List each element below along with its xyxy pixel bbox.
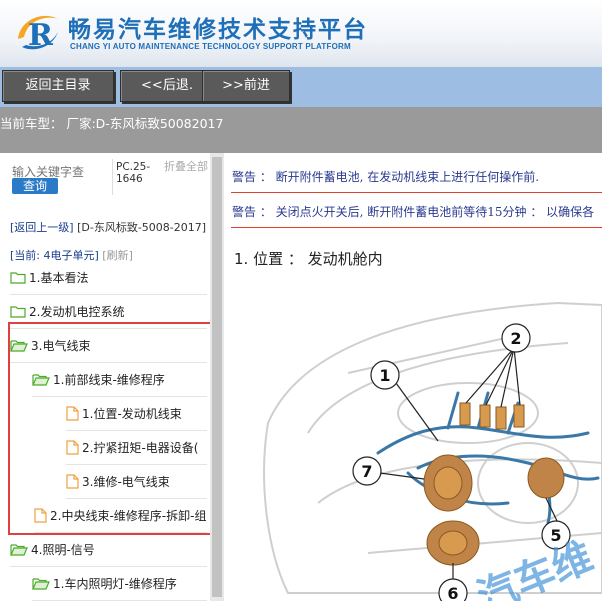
tree-document-item[interactable]: 3.维修-电气线束 <box>66 464 207 499</box>
document-content: 警告 ： 断开附件蓄电池, 在发动机线束上进行任何操作前. 警告 ： 关闭点火开… <box>228 153 602 601</box>
tree-folder-item[interactable]: 3.电气线束 <box>10 328 207 363</box>
folder-open-icon <box>10 543 31 556</box>
document-icon <box>34 507 50 523</box>
tree-item-label: 1.位置-发动机线束 <box>82 406 182 421</box>
tree-item-label: 1.前部线束-维修程序 <box>53 372 165 387</box>
tree-folder-item[interactable]: 1.基本看法 <box>10 260 207 295</box>
tree-item-label: 2.发动机电控系统 <box>29 304 125 319</box>
back-button[interactable]: <<后退. <box>120 70 214 102</box>
tree-folder-item[interactable]: 1.前部线束-维修程序 <box>32 362 207 397</box>
logo-icon: R <box>18 15 58 53</box>
warning-separator <box>231 227 602 228</box>
back-up-link[interactable]: [返回上一级] <box>10 221 74 234</box>
folder-open-icon <box>32 577 53 590</box>
brand-subtitle: CHANG YI AUTO MAINTENANCE TECHNOLOGY SUP… <box>70 42 351 51</box>
navigation-panel: 查询 PC.25-1646 折叠全部 [返回上一级] [D-东风标致-5008-… <box>0 153 212 601</box>
tree-item-label: 3.电气线束 <box>31 338 91 353</box>
tree-item-label: 4.照明-信号 <box>31 542 95 557</box>
tree-item-label: 1.车内照明灯-维修程序 <box>53 576 177 591</box>
warning-text-2: 警告 ： 关闭点火开关后, 断开附件蓄电池前等待15分钟 ： 以确保各 <box>232 205 595 219</box>
collapse-all-link[interactable]: 折叠全部 <box>164 161 208 173</box>
brand-title: 畅易汽车维修技术支持平台 <box>68 17 368 43</box>
folder-icon <box>10 305 29 318</box>
pc-code-label: PC.25-1646 <box>116 161 151 185</box>
folder-icon <box>10 271 29 284</box>
tree-folder-item[interactable]: 4.照明-信号 <box>10 532 207 567</box>
tree-document-item[interactable]: 2.拧紧扭矩-电器设备( <box>66 430 207 465</box>
tree-document-item[interactable]: 2.中央线束-维修程序-拆卸-组 <box>34 498 207 533</box>
search-button[interactable]: 查询 <box>12 178 58 194</box>
warning-separator <box>231 192 602 193</box>
toolbar: 返回主目录 <<后退. >>前进 <box>0 67 602 107</box>
forward-button[interactable]: >>前进 <box>202 70 290 102</box>
current-model-label: 当前车型： 厂家:D-东风标致50082017 <box>0 116 224 131</box>
tree-document-item[interactable]: 1.位置-发动机线束 <box>66 396 207 431</box>
document-icon <box>66 473 82 489</box>
tree-folder-item[interactable]: 1.车内照明灯-维修程序 <box>32 566 207 601</box>
header-banner: R 畅易汽车维修技术支持平台 CHANG YI AUTO MAINTENANCE… <box>0 0 602 67</box>
engine-harness-diagram: 1 2 5 6 7 汽车维 <box>263 301 602 601</box>
folder-open-icon <box>10 339 31 352</box>
back-to-main-button[interactable]: 返回主目录 <box>2 70 114 102</box>
tree-item-label: 1.基本看法 <box>29 270 89 285</box>
warning-text-1: 警告 ： 断开附件蓄电池, 在发动机线束上进行任何操作前. <box>232 170 540 184</box>
callout-label: 2 <box>510 329 521 348</box>
callout-label: 7 <box>361 462 372 481</box>
watermark: 汽车维 <box>471 534 599 601</box>
section-heading: 1. 位置 ： 发动机舱内 <box>234 250 383 268</box>
svg-text:R: R <box>28 18 54 53</box>
breadcrumb: [返回上一级] [D-东风标致-5008-2017] <box>10 221 210 234</box>
vehicle-info-bar: 当前车型： 厂家:D-东风标致50082017 <box>0 107 602 153</box>
tree-folder-item[interactable]: 2.发动机电控系统 <box>10 294 207 329</box>
scrollbar[interactable] <box>210 153 224 601</box>
car-path-label: [D-东风标致-5008-2017] <box>77 221 207 234</box>
callout-label: 6 <box>447 584 458 601</box>
folder-open-icon <box>32 373 53 386</box>
scrollbar-thumb[interactable] <box>212 157 222 597</box>
callout-label: 1 <box>379 366 390 385</box>
document-icon <box>66 405 82 421</box>
tree-item-label: 3.维修-电气线束 <box>82 474 170 489</box>
tree-item-label: 2.拧紧扭矩-电器设备( <box>82 440 199 455</box>
tree-item-label: 2.中央线束-维修程序-拆卸-组 <box>50 508 207 523</box>
divider <box>112 159 113 195</box>
document-icon <box>66 439 82 455</box>
